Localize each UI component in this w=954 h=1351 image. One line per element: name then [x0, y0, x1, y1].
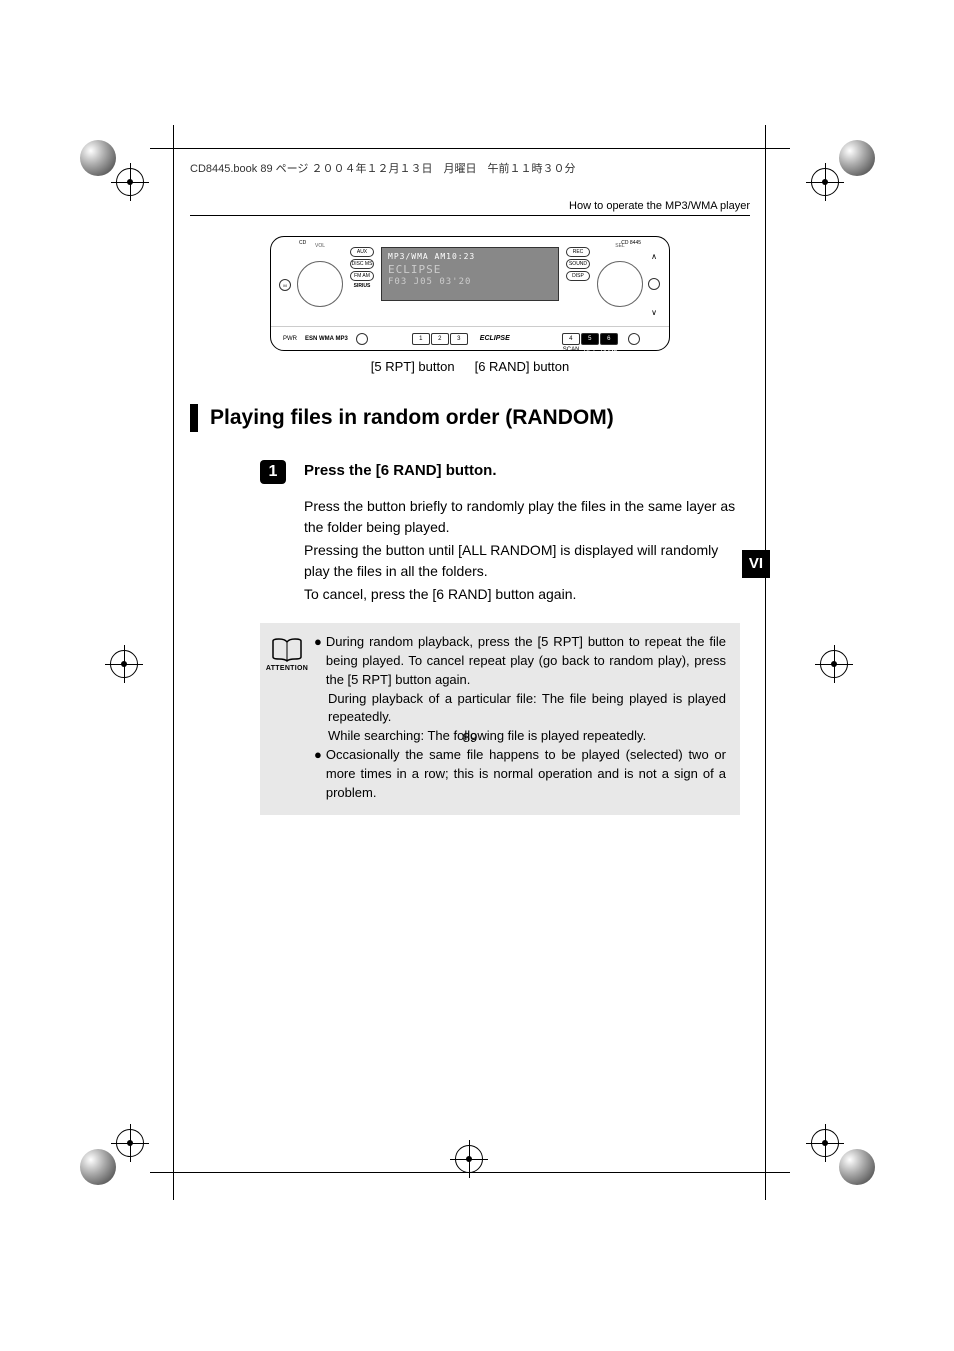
eclipse-logo: ECLIPSE: [480, 335, 510, 342]
attention-bullet-2: Occasionally the same file happens to be…: [326, 746, 726, 803]
preset-3: 3: [450, 333, 468, 345]
section-bar-icon: [190, 404, 198, 432]
sound-button: SOUND: [566, 259, 590, 269]
crop-mark-tl: [80, 140, 140, 200]
crop-mark-br: [815, 1125, 875, 1185]
fmam-button: FM AM: [350, 271, 374, 281]
book-icon: [271, 637, 303, 663]
disc-button: DISC MS: [350, 259, 374, 269]
print-header-info: CD8445.book 89 ページ ２００４年１２月１３日 月曜日 午前１１時…: [190, 160, 575, 176]
crop-mark-bottom: [455, 1145, 483, 1173]
preset-6-rand: 6 RAND: [600, 333, 618, 345]
device-display: MP3/WMA AM10:23 ECLIPSE F03 J05 03'20: [381, 247, 559, 301]
running-header: How to operate the MP3/WMA player: [190, 200, 750, 216]
cdr-button: [648, 278, 660, 290]
device-illustration: CD CD 8445 M VOL AUX DISC MS FM AM SIRIU…: [270, 236, 670, 351]
page-number: 89: [190, 730, 750, 745]
rec-button: REC: [566, 247, 590, 257]
callout-6rand: [6 RAND] button: [475, 359, 570, 374]
pwr-label: PWR: [283, 336, 297, 342]
step-body: Press the button briefly to randomly pla…: [304, 496, 736, 605]
preset-1: 1: [412, 333, 430, 345]
disp-button: DISP: [566, 271, 590, 281]
attention-label: ATTENTION: [266, 665, 308, 672]
esn-label: ESN WMA MP3: [305, 336, 348, 342]
attention-box: ATTENTION ● During random playback, pres…: [260, 623, 740, 815]
volume-knob: [297, 261, 343, 307]
step-number: 1: [260, 460, 286, 484]
crop-mark-tr: [815, 140, 875, 200]
crop-mark-bl: [80, 1125, 140, 1185]
crop-mark-left: [110, 650, 138, 678]
mute-button: M: [279, 279, 291, 291]
step-title: Press the [6 RAND] button.: [304, 462, 497, 479]
callout-5rpt: [5 RPT] button: [371, 359, 455, 374]
crop-mark-right: [820, 650, 848, 678]
section-title: Playing files in random order (RANDOM): [210, 406, 614, 430]
preset-5-rpt: 5 RPT: [581, 333, 599, 345]
attention-sub-1: During playback of a particular file: Th…: [328, 690, 726, 728]
preset-4: 4 SCAN: [562, 333, 580, 345]
aux-button: AUX: [350, 247, 374, 257]
chapter-tab: VI: [742, 550, 770, 578]
preset-2: 2: [431, 333, 449, 345]
select-knob: [597, 261, 643, 307]
attention-bullet-1: During random playback, press the [5 RPT…: [326, 633, 726, 690]
